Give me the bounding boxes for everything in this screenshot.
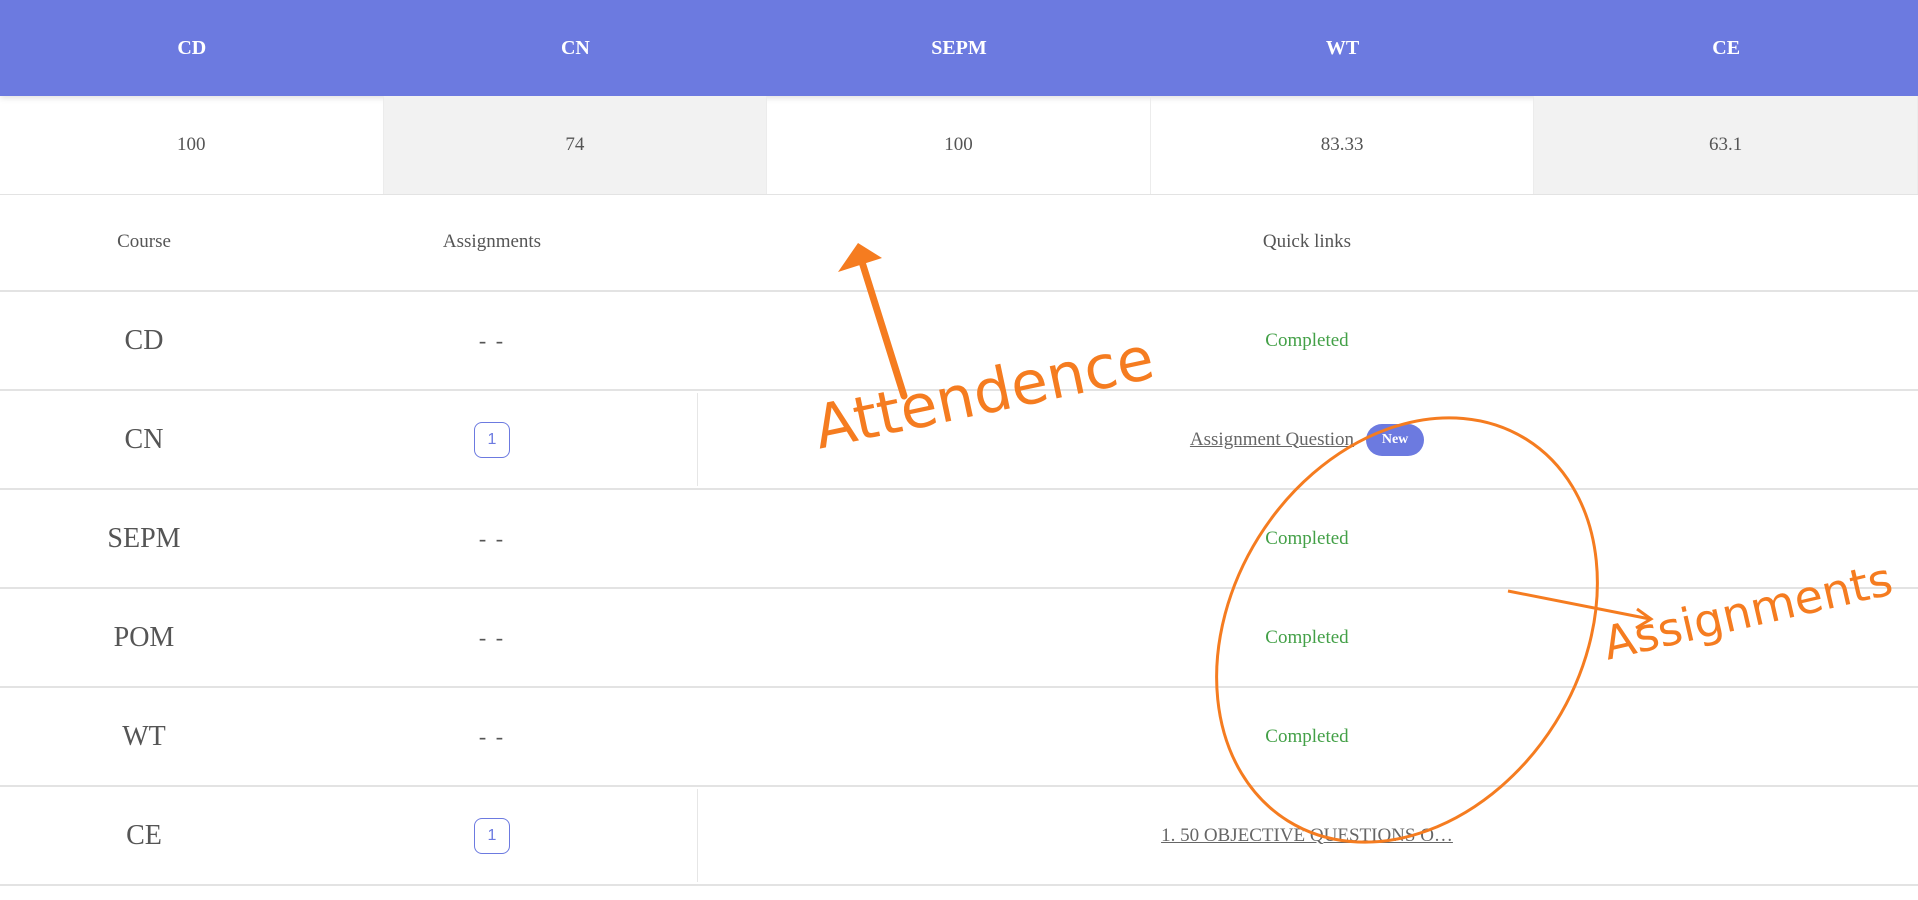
attendance-value-cd: 100 xyxy=(0,96,384,194)
assignments-count-cell: 1 xyxy=(288,817,696,854)
table-row: WT - - Completed xyxy=(0,688,1918,787)
quick-links-column-header: Quick links xyxy=(696,194,1918,290)
attendance-value-cn: 74 xyxy=(383,96,768,194)
quick-links-cell: Completed xyxy=(696,490,1918,587)
assignments-empty: - - xyxy=(478,525,506,551)
assignment-count-badge[interactable]: 1 xyxy=(474,817,510,854)
attendance-header-sepm: SEPM xyxy=(931,36,987,59)
status-completed: Completed xyxy=(1265,329,1349,351)
assignments-empty: - - xyxy=(478,723,506,749)
course-name: POM xyxy=(113,621,175,653)
course-table: Course Assignments Quick links CD - - Co… xyxy=(0,194,1918,886)
assignments-column-header: Assignments xyxy=(442,231,542,252)
assignments-empty: - - xyxy=(478,327,506,353)
attendance-header-wt: WT xyxy=(1325,36,1360,59)
course-column-header: Course xyxy=(117,231,171,252)
table-row: SEPM - - Completed xyxy=(0,490,1918,589)
course-table-header: Course Assignments Quick links xyxy=(0,194,1918,292)
course-name: CD xyxy=(124,324,164,356)
attendance-value-ce: 63.1 xyxy=(1534,96,1918,194)
quick-links-cell: Completed xyxy=(696,292,1918,389)
course-name: WT xyxy=(122,720,166,752)
objective-questions-link[interactable]: 1. 50 OBJECTIVE QUESTIONS O… xyxy=(1161,825,1453,847)
course-name: SEPM xyxy=(107,522,181,554)
course-name: CE xyxy=(126,819,162,851)
attendance-header-ce: CE xyxy=(1712,36,1741,59)
quick-links-header-label: Quick links xyxy=(1262,231,1352,252)
table-row: CE 1 1. 50 OBJECTIVE QUESTIONS O… xyxy=(0,787,1918,886)
assignment-question-link[interactable]: Assignment Question xyxy=(1190,429,1354,451)
quick-links-cell: Completed xyxy=(696,688,1918,785)
attendance-value-sepm: 100 xyxy=(767,96,1151,194)
assignment-count-badge[interactable]: 1 xyxy=(474,421,510,458)
new-badge: New xyxy=(1366,423,1425,456)
attendance-header-cn: CN xyxy=(560,36,590,59)
assignments-empty: - - xyxy=(478,624,506,650)
assignments-count-cell: 1 xyxy=(288,421,696,458)
status-completed: Completed xyxy=(1265,626,1349,648)
attendance-values-row: 100 74 100 83.33 63.1 xyxy=(0,96,1918,195)
status-completed: Completed xyxy=(1265,527,1349,549)
course-name: CN xyxy=(124,423,164,455)
attendance-header-row: CD CN SEPM WT CE xyxy=(0,0,1918,96)
quick-links-cell: 1. 50 OBJECTIVE QUESTIONS O… xyxy=(696,787,1918,884)
attendance-value-wt: 83.33 xyxy=(1151,96,1535,194)
attendance-header-cd: CD xyxy=(177,36,207,59)
status-completed: Completed xyxy=(1265,725,1349,747)
